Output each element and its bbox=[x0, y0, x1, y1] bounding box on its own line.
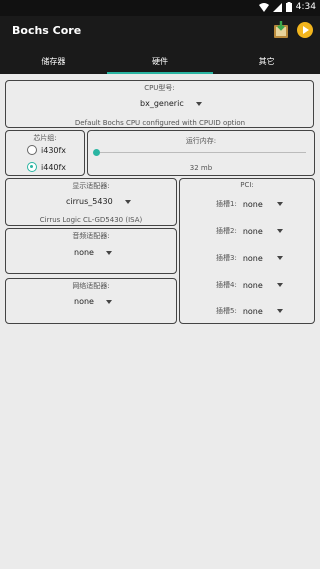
radio-button bbox=[27, 162, 37, 172]
chevron-down-icon bbox=[276, 256, 283, 260]
tab-hardware[interactable]: 硬件 bbox=[106, 46, 214, 74]
pci-slot-5[interactable]: 插槽5: none bbox=[216, 306, 283, 316]
chevron-down-icon bbox=[124, 199, 131, 204]
pci-slot-label: 插槽1: bbox=[216, 200, 237, 208]
memory-panel: 运行内存: 32 mb bbox=[87, 130, 315, 176]
sound-label: 音频适配器: bbox=[72, 232, 110, 240]
chipset-radio-i430fx[interactable]: i430fx bbox=[27, 145, 66, 155]
cpu-label: CPU型号: bbox=[144, 84, 175, 92]
chevron-down-icon bbox=[276, 283, 283, 287]
app-title: Bochs Core bbox=[12, 24, 82, 37]
pci-slot-3[interactable]: 插槽3: none bbox=[216, 253, 283, 263]
display-label: 显示适配器: bbox=[72, 182, 110, 190]
wifi-icon bbox=[258, 2, 269, 12]
pci-slot-4[interactable]: 插槽4: none bbox=[216, 280, 283, 290]
app-bar: Bochs Core bbox=[0, 16, 320, 46]
status-bar: 4:34 bbox=[0, 0, 320, 16]
cpu-description: Default Bochs CPU configured with CPUID … bbox=[74, 119, 246, 127]
tab-other-label: 其它 bbox=[258, 57, 275, 66]
cpu-select[interactable]: bx_generic bbox=[140, 99, 202, 108]
pci-label: PCI: bbox=[240, 181, 254, 189]
radio-label: i430fx bbox=[41, 145, 67, 155]
save-icon[interactable] bbox=[273, 21, 291, 39]
pci-slot-value: none bbox=[242, 226, 263, 236]
network-select[interactable]: none bbox=[74, 297, 112, 306]
pci-slot-label: 插槽2: bbox=[216, 227, 237, 235]
sound-select[interactable]: none bbox=[74, 248, 112, 257]
pci-slot-value: none bbox=[242, 253, 263, 263]
chevron-down-icon bbox=[195, 101, 202, 106]
display-select-value: cirrus_5430 bbox=[66, 197, 113, 206]
pci-slot-label: 插槽4: bbox=[216, 281, 237, 289]
pci-panel: PCI: 插槽1: none 插槽2: none 插槽3: none 插槽4: … bbox=[179, 178, 315, 324]
chipset-label: 芯片组: bbox=[33, 134, 57, 142]
chipset-radio-i440fx[interactable]: i440fx bbox=[27, 162, 66, 172]
pci-slot-label: 插槽5: bbox=[216, 307, 237, 315]
display-description: Cirrus Logic CL-GD5430 (ISA) bbox=[39, 216, 143, 224]
memory-label: 运行内存: bbox=[185, 137, 217, 145]
pci-slot-value: none bbox=[242, 199, 263, 209]
network-select-value: none bbox=[74, 297, 94, 306]
sound-select-value: none bbox=[74, 248, 94, 257]
pci-slot-2[interactable]: 插槽2: none bbox=[216, 226, 283, 236]
tab-bar: 储存器 硬件 其它 bbox=[0, 46, 320, 74]
network-label: 网络适配器: bbox=[72, 282, 110, 290]
network-panel: 网络适配器: none bbox=[5, 278, 177, 324]
chevron-down-icon bbox=[276, 309, 283, 313]
memory-slider-thumb[interactable] bbox=[93, 149, 100, 156]
tab-other[interactable]: 其它 bbox=[213, 46, 320, 74]
pci-slot-label: 插槽3: bbox=[216, 254, 237, 262]
cpu-select-value: bx_generic bbox=[140, 99, 184, 108]
chevron-down-icon bbox=[105, 299, 112, 304]
tab-storage-label: 储存器 bbox=[41, 57, 66, 66]
display-panel: 显示适配器: cirrus_5430 Cirrus Logic CL-GD543… bbox=[5, 178, 177, 226]
play-icon[interactable] bbox=[296, 21, 314, 39]
chipset-panel: 芯片组: i430fx i440fx bbox=[5, 130, 85, 176]
pci-slot-value: none bbox=[242, 280, 263, 290]
tab-hardware-label: 硬件 bbox=[152, 57, 168, 66]
display-select[interactable]: cirrus_5430 bbox=[66, 197, 131, 206]
signal-icon bbox=[272, 2, 282, 12]
tab-storage[interactable]: 储存器 bbox=[0, 46, 107, 74]
status-time: 4:34 bbox=[295, 2, 316, 12]
memory-value: 32 mb bbox=[189, 164, 213, 172]
pci-slot-1[interactable]: 插槽1: none bbox=[216, 199, 283, 209]
chevron-down-icon bbox=[105, 250, 112, 255]
radio-label: i440fx bbox=[41, 162, 67, 172]
chevron-down-icon bbox=[276, 202, 283, 206]
radio-button bbox=[27, 145, 37, 155]
battery-icon bbox=[285, 2, 292, 12]
sound-panel: 音频适配器: none bbox=[5, 228, 177, 274]
memory-slider-track[interactable] bbox=[96, 152, 306, 153]
pci-slot-value: none bbox=[242, 306, 263, 316]
chevron-down-icon bbox=[276, 229, 283, 233]
